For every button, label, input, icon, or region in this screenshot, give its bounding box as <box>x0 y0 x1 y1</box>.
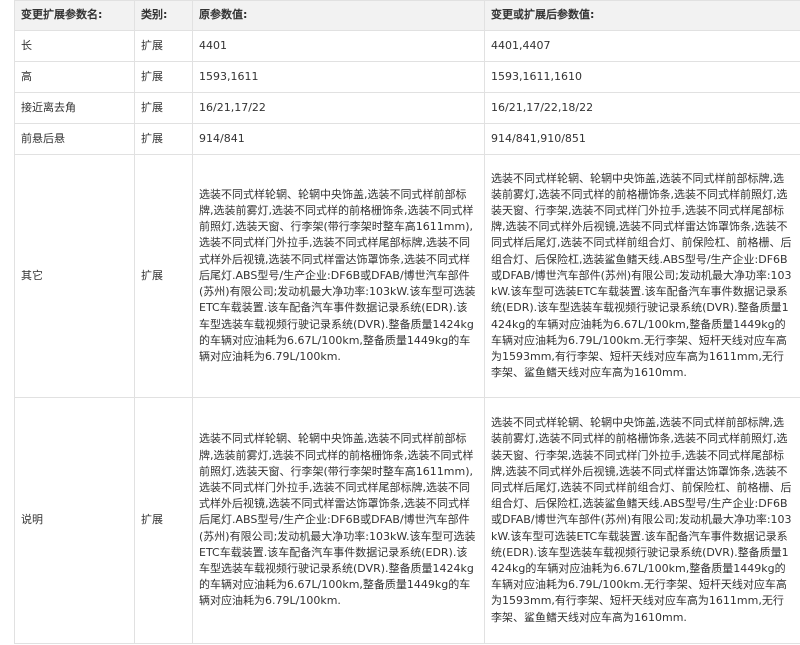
table-row: 长 扩展 4401 4401,4407 <box>14 30 800 62</box>
header-param-name: 变更扩展参数名: <box>14 0 135 31</box>
changed-value: 16/21,17/22,18/22 <box>484 92 800 124</box>
table-row: 接近离去角 扩展 16/21,17/22 16/21,17/22,18/22 <box>14 92 800 124</box>
original-value: 16/21,17/22 <box>192 92 485 124</box>
param-category: 扩展 <box>134 92 193 124</box>
param-category: 扩展 <box>134 154 193 398</box>
param-category: 扩展 <box>134 30 193 62</box>
param-name: 高 <box>14 61 135 93</box>
table-header-row: 变更扩展参数名: 类别: 原参数值: 变更或扩展后参数值: <box>14 0 800 31</box>
original-value: 选装不同式样轮辋、轮辋中央饰盖,选装不同式样前部标牌,选装前雾灯,选装不同式样的… <box>192 154 485 398</box>
param-name: 说明 <box>14 397 135 644</box>
header-category: 类别: <box>134 0 193 31</box>
changed-value: 914/841,910/851 <box>484 123 800 155</box>
table-row: 前悬后悬 扩展 914/841 914/841,910/851 <box>14 123 800 155</box>
table-row: 其它 扩展 选装不同式样轮辋、轮辋中央饰盖,选装不同式样前部标牌,选装前雾灯,选… <box>14 154 800 398</box>
original-value: 4401 <box>192 30 485 62</box>
param-category: 扩展 <box>134 123 193 155</box>
table-row: 说明 扩展 选装不同式样轮辋、轮辋中央饰盖,选装不同式样前部标牌,选装前雾灯,选… <box>14 397 800 644</box>
changed-value: 选装不同式样轮辋、轮辋中央饰盖,选装不同式样前部标牌,选装前雾灯,选装不同式样的… <box>484 397 800 644</box>
original-value: 914/841 <box>192 123 485 155</box>
param-name: 接近离去角 <box>14 92 135 124</box>
changed-value: 1593,1611,1610 <box>484 61 800 93</box>
param-category: 扩展 <box>134 61 193 93</box>
header-original-value: 原参数值: <box>192 0 485 31</box>
original-value: 选装不同式样轮辋、轮辋中央饰盖,选装不同式样前部标牌,选装前雾灯,选装不同式样的… <box>192 397 485 644</box>
changed-value: 4401,4407 <box>484 30 800 62</box>
param-name: 前悬后悬 <box>14 123 135 155</box>
param-name: 其它 <box>14 154 135 398</box>
param-name: 长 <box>14 30 135 62</box>
param-category: 扩展 <box>134 397 193 644</box>
original-value: 1593,1611 <box>192 61 485 93</box>
changed-value: 选装不同式样轮辋、轮辋中央饰盖,选装不同式样前部标牌,选装前雾灯,选装不同式样的… <box>484 154 800 398</box>
header-changed-value: 变更或扩展后参数值: <box>484 0 800 31</box>
table-row: 高 扩展 1593,1611 1593,1611,1610 <box>14 61 800 93</box>
parameter-change-table: 变更扩展参数名: 类别: 原参数值: 变更或扩展后参数值: 长 扩展 4401 … <box>14 0 800 644</box>
